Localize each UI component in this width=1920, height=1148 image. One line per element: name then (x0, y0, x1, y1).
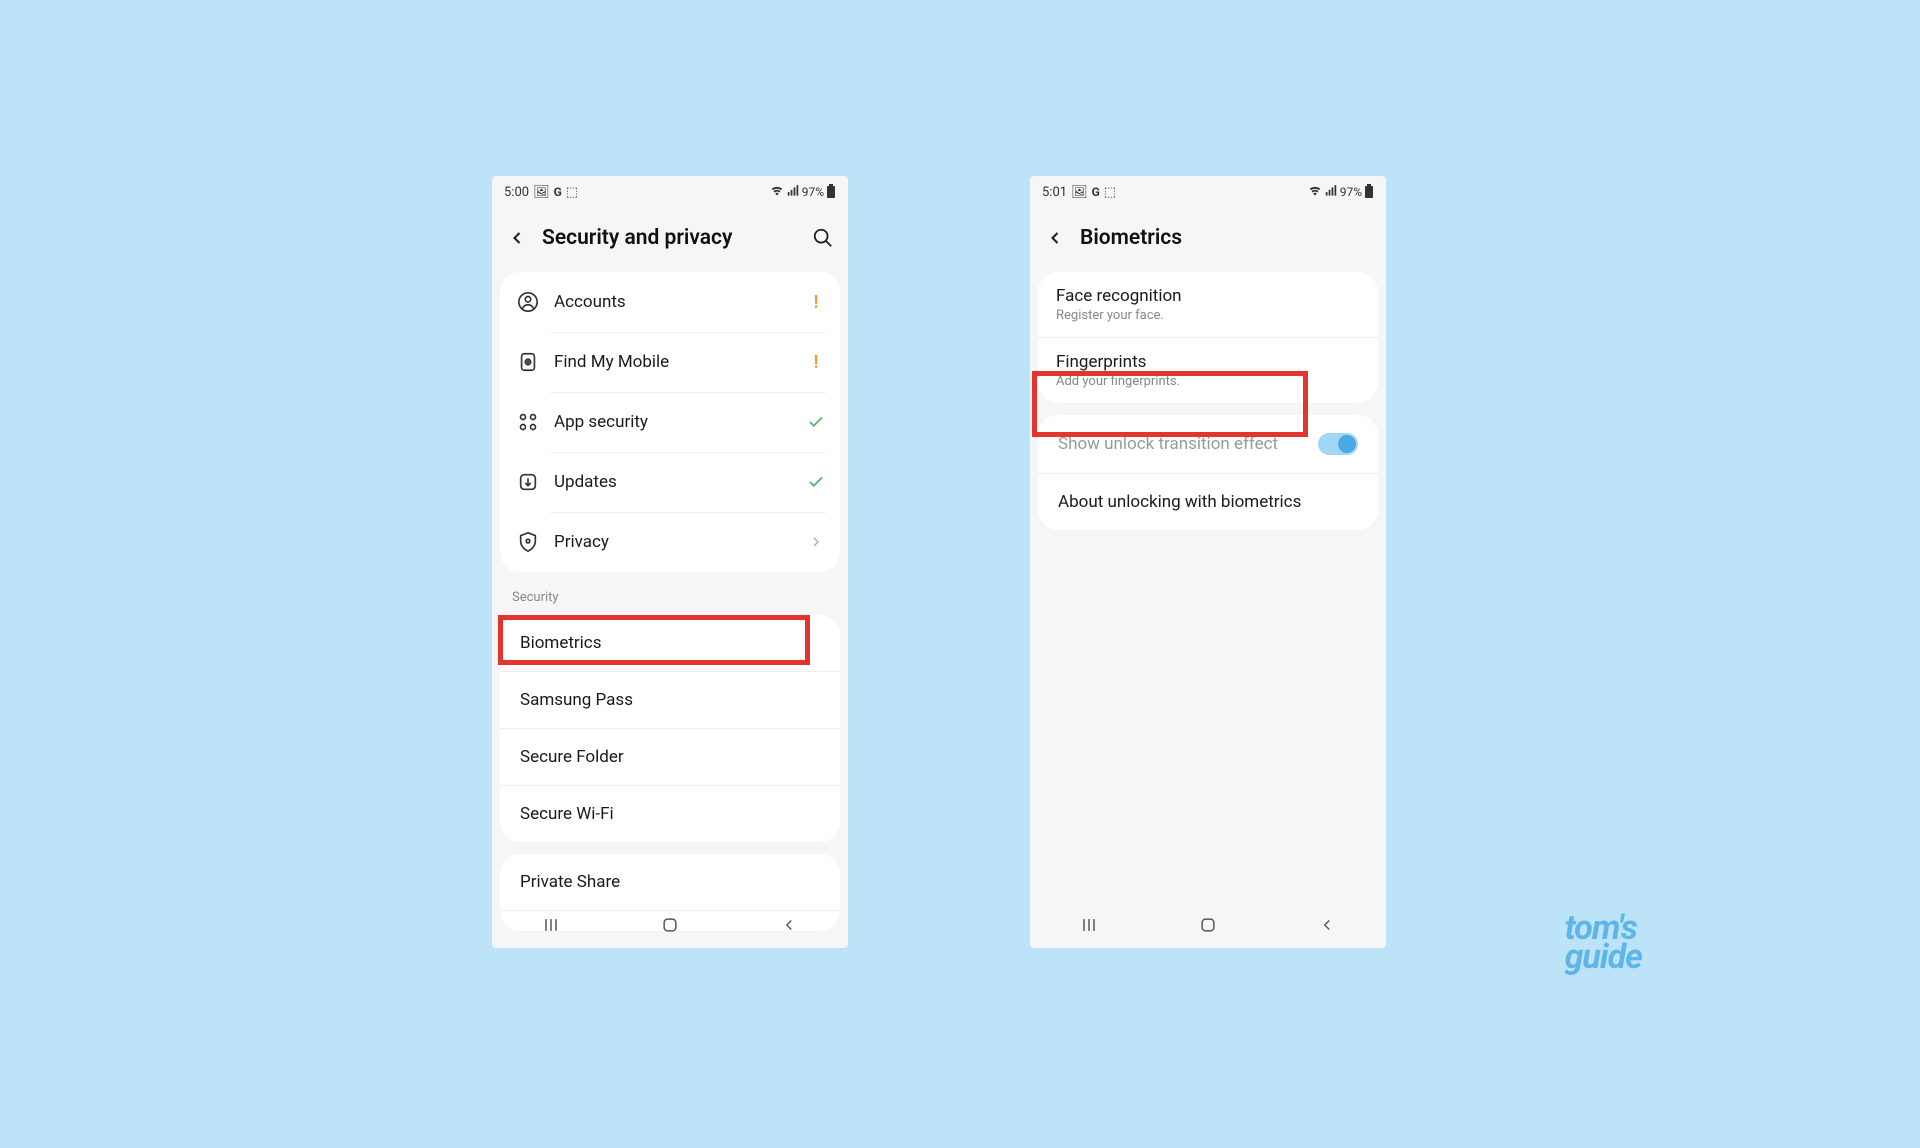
row-label: Privacy (554, 532, 806, 552)
picture-icon: 🖼 (1071, 185, 1088, 200)
wifi-icon (770, 184, 784, 201)
row-biometrics[interactable]: Biometrics (500, 615, 840, 671)
row-title: Fingerprints (1056, 352, 1360, 372)
row-find-my-mobile[interactable]: Find My Mobile ! (500, 332, 840, 392)
status-bar: 5:01 🖼 G ⬚ 97% (1030, 176, 1386, 208)
row-label: Updates (554, 472, 806, 492)
picture-icon: 🖼 (533, 185, 550, 200)
recents-button[interactable] (531, 905, 571, 945)
home-button[interactable] (650, 905, 690, 945)
battery-icon (826, 184, 836, 201)
options-card: Show unlock transition effect About unlo… (1038, 415, 1378, 530)
row-samsung-pass[interactable]: Samsung Pass (500, 671, 840, 728)
google-icon: G (554, 185, 562, 199)
check-icon (806, 473, 826, 491)
top-card: Accounts ! Find My Mobile ! App security… (500, 272, 840, 572)
biometrics-card: Face recognition Register your face. Fin… (1038, 272, 1378, 403)
apps-icon (514, 408, 542, 436)
row-transition-effect[interactable]: Show unlock transition effect (1038, 415, 1378, 473)
header: Security and privacy (492, 208, 848, 268)
warning-icon: ! (806, 352, 826, 373)
page-title: Security and privacy (542, 226, 798, 250)
google-icon: G (1092, 185, 1100, 199)
row-label: App security (554, 412, 806, 432)
row-sub: Add your fingerprints. (1056, 374, 1360, 389)
row-accounts[interactable]: Accounts ! (500, 272, 840, 332)
watermark-line2: guide (1565, 943, 1642, 972)
phone-security-privacy: 5:00 🖼 G ⬚ 97% Security and privacy (492, 176, 848, 948)
row-sub: Register your face. (1056, 308, 1360, 323)
row-fingerprints[interactable]: Fingerprints Add your fingerprints. (1038, 337, 1378, 403)
chevron-right-icon (806, 534, 826, 550)
header: Biometrics (1030, 208, 1386, 268)
row-updates[interactable]: Updates (500, 452, 840, 512)
page-title: Biometrics (1080, 226, 1374, 250)
nav-bar (492, 902, 848, 948)
signal-icon (786, 184, 800, 201)
shield-icon (514, 528, 542, 556)
watermark-logo: tom's guide (1565, 914, 1642, 972)
tether-icon: ⬚ (1104, 185, 1116, 200)
battery-icon (1364, 184, 1374, 201)
status-bar: 5:00 🖼 G ⬚ 97% (492, 176, 848, 208)
recents-button[interactable] (1069, 905, 1109, 945)
row-app-security[interactable]: App security (500, 392, 840, 452)
locate-icon (514, 348, 542, 376)
row-secure-wifi[interactable]: Secure Wi-Fi (500, 785, 840, 842)
back-nav-button[interactable] (769, 905, 809, 945)
signal-icon (1324, 184, 1338, 201)
toggle-switch[interactable] (1318, 433, 1358, 455)
row-title: Face recognition (1056, 286, 1360, 306)
status-battery: 97% (802, 185, 824, 199)
security-card: Biometrics Samsung Pass Secure Folder Se… (500, 615, 840, 842)
tether-icon: ⬚ (566, 185, 578, 200)
check-icon (806, 413, 826, 431)
back-button[interactable] (1042, 225, 1068, 251)
back-button[interactable] (504, 225, 530, 251)
status-time: 5:00 (504, 185, 529, 200)
row-privacy[interactable]: Privacy (500, 512, 840, 572)
row-secure-folder[interactable]: Secure Folder (500, 728, 840, 785)
update-icon (514, 468, 542, 496)
phone-biometrics: 5:01 🖼 G ⬚ 97% Biometrics Face recogniti… (1030, 176, 1386, 948)
section-label: Security (492, 576, 848, 611)
transition-label: Show unlock transition effect (1058, 434, 1278, 454)
warning-icon: ! (806, 292, 826, 313)
row-about-biometrics[interactable]: About unlocking with biometrics (1038, 473, 1378, 530)
person-icon (514, 288, 542, 316)
search-button[interactable] (810, 225, 836, 251)
home-button[interactable] (1188, 905, 1228, 945)
nav-bar (1030, 902, 1386, 948)
status-battery: 97% (1340, 185, 1362, 199)
status-time: 5:01 (1042, 185, 1067, 200)
row-face-recognition[interactable]: Face recognition Register your face. (1038, 272, 1378, 337)
row-label: Accounts (554, 292, 806, 312)
back-nav-button[interactable] (1307, 905, 1347, 945)
wifi-icon (1308, 184, 1322, 201)
row-label: Find My Mobile (554, 352, 806, 372)
